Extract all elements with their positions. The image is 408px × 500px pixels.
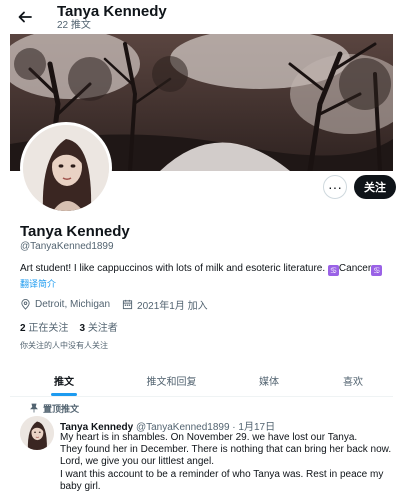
cancer-sign-icon-2: ♋: [371, 265, 383, 276]
tweet-line: I want this account to be a reminder of …: [60, 468, 384, 480]
tweet-line: baby girl.: [60, 480, 101, 492]
more-options-button[interactable]: ···: [323, 175, 347, 199]
back-button[interactable]: [14, 6, 36, 28]
pinned-label: 置顶推文: [43, 404, 80, 414]
profile-meta: Detroit, Michigan 2021年1月 加入: [20, 297, 208, 312]
followers-link[interactable]: 3 关注者: [79, 323, 117, 334]
more-icon: ···: [328, 179, 342, 195]
tweet-avatar[interactable]: [20, 416, 54, 450]
profile-handle: @TanyaKenned1899: [20, 241, 114, 252]
no-mutual-followers-text: 你关注的人中没有人关注: [20, 341, 108, 350]
following-label: 正在关注: [28, 323, 69, 334]
tweet-line: My heart is in shambles. On November 29.…: [60, 432, 358, 443]
translate-bio-link[interactable]: 翻译简介: [20, 277, 56, 290]
location-text: Detroit, Michigan: [35, 299, 111, 310]
followers-count: 3: [79, 323, 86, 334]
tab-tweets-and-replies[interactable]: 推文和回复: [118, 364, 225, 397]
bio-tag[interactable]: Cancer: [339, 263, 371, 274]
tweet-line: They found her in December. There is not…: [60, 444, 392, 456]
profile-bio: Art student! I like cappuccinos with lot…: [20, 262, 395, 276]
tweet-text[interactable]: My heart is in shambles. On November 29.…: [60, 432, 392, 493]
follow-button[interactable]: 关注: [354, 175, 396, 199]
active-tab-indicator: [51, 393, 77, 396]
calendar-icon: [122, 299, 133, 310]
location-pin-icon: [21, 299, 30, 310]
tab-likes[interactable]: 喜欢: [313, 364, 393, 397]
avatar-portrait-icon-small: [20, 416, 54, 450]
tab-media[interactable]: 媒体: [225, 364, 313, 397]
pin-icon: [30, 403, 38, 413]
profile-avatar[interactable]: [20, 122, 112, 214]
following-count: 2: [20, 323, 26, 334]
follow-stats: 2 正在关注 3 关注者: [20, 319, 118, 334]
tweet-header: Tanya Kennedy @TanyaKenned1899 · 1月17日: [60, 418, 275, 433]
arrow-left-icon: [18, 11, 32, 23]
bio-text: Art student! I like cappuccinos with lot…: [20, 263, 328, 274]
avatar-portrait-icon: [23, 125, 109, 211]
followers-label: 关注者: [87, 323, 118, 334]
top-bar: Tanya Kennedy 22 推文: [0, 0, 408, 34]
header-name: Tanya Kennedy: [57, 3, 167, 20]
tweet-line: Lord, we give you our littlest angel.: [60, 456, 214, 468]
following-link[interactable]: 2 正在关注: [20, 323, 68, 334]
joined-text: 2021年1月 加入: [137, 301, 208, 312]
header-tweet-count: 22 推文: [57, 20, 91, 31]
cancer-sign-icon: ♋: [327, 265, 339, 276]
profile-name: Tanya Kennedy: [20, 223, 130, 240]
profile-tabs: 推文 推文和回复 媒体 喜欢: [10, 364, 393, 397]
